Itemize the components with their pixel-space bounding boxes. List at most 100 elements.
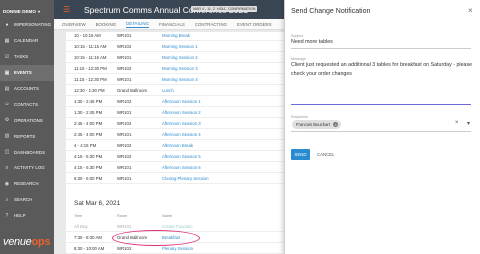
row-time: 11:15 - 12:30 PM — [74, 66, 107, 71]
row-name-link[interactable]: Create Function — [162, 224, 193, 229]
recipient-chip[interactable]: Francois Bouchart × — [292, 120, 341, 129]
sidebar-item-search[interactable]: ⌕ SEARCH — [0, 192, 54, 208]
column-header-time: Time — [74, 214, 83, 218]
table-row: 2:45 - 4:00 PM WR101 Afternoon Session 4 — [66, 129, 284, 140]
row-name-link[interactable]: Morning Break — [162, 33, 190, 38]
row-name-link[interactable]: Morning Session 4 — [162, 77, 198, 82]
subject-field[interactable]: Need more tables — [291, 38, 333, 46]
message-underline — [291, 104, 471, 105]
user-icon: ● — [5, 21, 9, 28]
message-line-1[interactable]: Client just requested an additional 3 ta… — [291, 61, 472, 69]
row-name-link[interactable]: Morning Session 2 — [162, 55, 198, 60]
sidebar-item-help[interactable]: ? HELP — [0, 208, 54, 224]
contacts-icon: ☺ — [4, 101, 10, 108]
row-room: WR101 — [117, 132, 132, 137]
recipients-underline — [291, 131, 471, 132]
table-row: 10 - 10:15 AM WR101 Morning Break — [66, 30, 284, 41]
sidebar-item-label: HELP — [14, 213, 26, 219]
row-room: WR101 — [117, 110, 132, 115]
row-room: WR101 — [117, 165, 132, 170]
calendar-icon: ▦ — [4, 37, 10, 44]
row-time: 1:30 - 2:45 PM — [74, 110, 103, 115]
row-name-link[interactable]: Afternoon Session 1 — [162, 99, 201, 104]
logo-part: ops — [31, 236, 51, 248]
send-change-notification-panel: Send Change Notification × Subject Need … — [284, 0, 480, 254]
row-name-link[interactable]: Afternoon Session 3 — [162, 121, 201, 126]
row-room: WR102 — [117, 99, 132, 104]
row-name-link[interactable]: Afternoon Session 4 — [162, 132, 201, 137]
tab-booking[interactable]: BOOKING — [96, 22, 117, 27]
row-time: 5:30 - 6:00 PM — [74, 176, 103, 181]
row-room: WR101 — [117, 176, 132, 181]
tab-contracting[interactable]: CONTRACTING — [195, 22, 227, 27]
recipient-name: Francois Bouchart — [296, 122, 330, 127]
sidebar-item-label: EVENTS — [14, 70, 32, 76]
row-name-link[interactable]: Afternoon Session 2 — [162, 110, 201, 115]
operations-icon: ⚙ — [4, 117, 10, 124]
sidebar-item-reports[interactable]: ▥ REPORTS — [0, 128, 54, 144]
row-room: WR101 — [117, 224, 132, 229]
sidebar-item-research[interactable]: ◉ RESEARCH — [0, 176, 54, 192]
tab-detailing[interactable]: DETAILING — [126, 21, 149, 28]
row-name-link[interactable]: Morning Session 1 — [162, 44, 198, 49]
sidebar-item-calendar[interactable]: ▦ CALENDAR — [0, 33, 54, 49]
sidebar-item-label: RESEARCH — [14, 181, 39, 187]
sidebar-item-activity-log[interactable]: ≡ ACTIVITY LOG — [0, 160, 54, 176]
row-time: 4:15 - 5:30 PM — [74, 154, 103, 159]
sidebar-item-label: TASKS — [14, 54, 29, 60]
events-icon: ▣ — [4, 69, 10, 76]
day-heading: Sat Mar 6, 2021 — [74, 200, 121, 207]
row-name-link[interactable]: Afternoon Session 6 — [162, 165, 201, 170]
sidebar-item-label: IMPERSONATING — [14, 22, 52, 28]
venueops-logo: venueops — [3, 236, 50, 248]
tab-overview[interactable]: OVERVIEW — [62, 22, 86, 27]
sidebar-item-label: SEARCH — [14, 197, 33, 203]
row-time: 1:30 - 2:45 PM — [74, 99, 103, 104]
sidebar-item-label: ACCOUNTS — [14, 86, 39, 91]
highlight-annotation — [112, 230, 200, 246]
sidebar-item-impersonating[interactable]: ● IMPERSONATING — [0, 17, 54, 33]
tab-event-orders[interactable]: EVENT ORDERS — [237, 22, 272, 27]
send-button[interactable]: SEND — [291, 149, 310, 160]
table-row: 1:30 - 2:45 PM WR101 Afternoon Session 2 — [66, 107, 284, 118]
sidebar-item-accounts[interactable]: ▤ ACCOUNTS — [0, 81, 54, 97]
search-icon: ⌕ — [5, 196, 9, 203]
message-line-2[interactable]: check your order changes — [291, 70, 352, 78]
panel-title: Send Change Notification — [291, 8, 371, 15]
cancel-button[interactable]: CANCEL — [317, 149, 334, 160]
row-name-link[interactable]: Lunch — [162, 88, 174, 93]
table-row: 12:30 - 1:30 PM Grand Ballroom Lunch — [66, 85, 284, 96]
sidebar-item-operations[interactable]: ⚙ OPERATIONS — [0, 112, 54, 128]
table-row: 4:15 - 5:30 PM WR101 Afternoon Session 6 — [66, 162, 284, 173]
sidebar: DONNIE DEMO ▾ ● IMPERSONATING ▦ CALENDAR ☑… — [0, 0, 54, 254]
row-name-link[interactable]: Plenary Session — [162, 246, 193, 251]
table-row: 2:45 - 4:00 PM WR102 Afternoon Session 3 — [66, 118, 284, 129]
table-row: 11:15 - 12:30 PM WR101 Morning Session 4 — [66, 74, 284, 85]
sidebar-item-contacts[interactable]: ☺ CONTACTS — [0, 96, 54, 112]
row-time: 4:15 - 5:30 PM — [74, 165, 103, 170]
row-time: 4 - 4:15 PM — [74, 143, 97, 148]
sidebar-item-events[interactable]: ▣ EVENTS — [0, 64, 54, 81]
row-name-link[interactable]: Morning Session 3 — [162, 66, 198, 71]
table-row: 1:30 - 2:45 PM WR102 Afternoon Session 1 — [66, 96, 284, 107]
sidebar-item-tasks[interactable]: ☑ TASKS — [0, 49, 54, 65]
table-row: 5:30 - 6:00 PM WR101 Closing Plenary Sessi… — [66, 173, 284, 184]
subject-underline — [291, 48, 471, 49]
row-time: 10 - 10:15 AM — [74, 33, 101, 38]
clear-recipients-icon[interactable]: × — [455, 120, 459, 126]
menu-icon[interactable]: ☰ — [63, 5, 70, 14]
row-name-link[interactable]: Afternoon Break — [162, 143, 193, 148]
row-name-link[interactable]: Afternoon Session 5 — [162, 154, 201, 159]
user-menu[interactable]: DONNIE DEMO ▾ — [0, 0, 54, 17]
chevron-down-icon[interactable]: ▾ — [467, 120, 470, 127]
tab-financials[interactable]: FINANCIALS — [159, 22, 185, 27]
remove-recipient-icon[interactable]: × — [332, 122, 338, 127]
row-time: 10:15 - 11:15 AM — [74, 55, 107, 60]
close-icon[interactable]: × — [468, 6, 473, 15]
row-time: 11:15 - 12:30 PM — [74, 77, 107, 82]
sidebar-item-dashboards[interactable]: ◫ DASHBOARDS — [0, 144, 54, 160]
row-time: 2:45 - 4:00 PM — [74, 121, 103, 126]
sidebar-item-label: OPERATIONS — [14, 117, 43, 123]
row-name-link[interactable]: Closing Plenary Session — [162, 176, 209, 181]
dashboards-icon: ◫ — [4, 149, 10, 156]
